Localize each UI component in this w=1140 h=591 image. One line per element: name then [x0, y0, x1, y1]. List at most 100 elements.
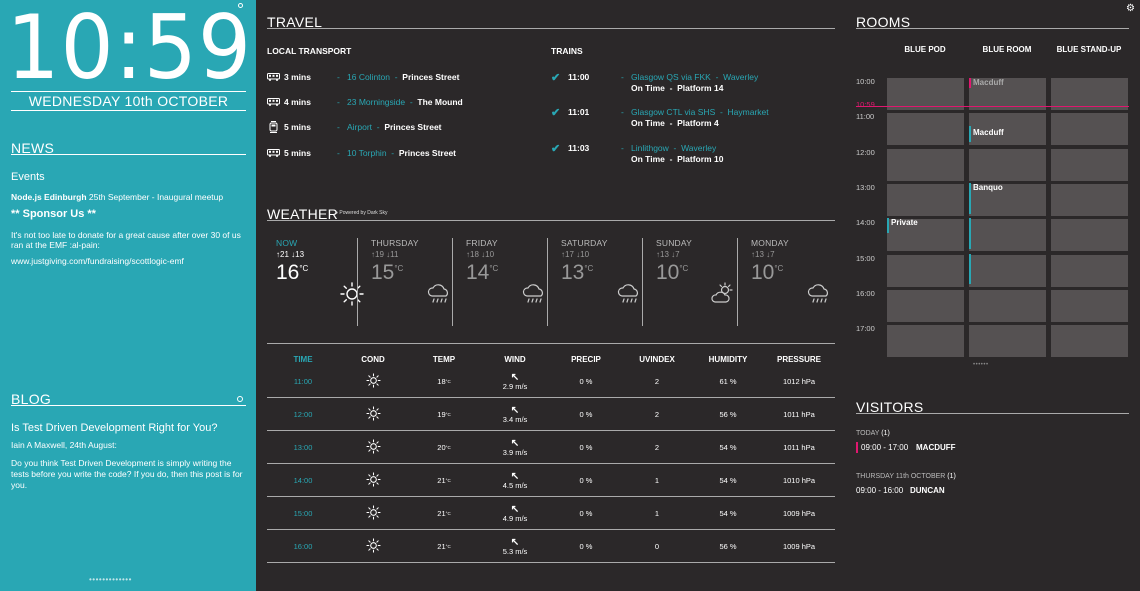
table-cell: 0 %: [546, 365, 626, 398]
table-cell: 56 %: [688, 530, 768, 563]
room-slot[interactable]: [887, 113, 964, 146]
table-row: 14:00 21 °C ↖ 4.5 m/s 0 % 1 54 % 1010 hPa: [267, 464, 835, 497]
forecast-temp: 13°C: [561, 261, 593, 285]
wind: ↖ 2.9 m/s: [503, 372, 528, 391]
visitor-day-label: THURSDAY 11th OCTOBER (1): [856, 473, 956, 480]
gear-icon[interactable]: ⚙: [1126, 3, 1135, 14]
table-cell: 54 %: [688, 431, 768, 464]
current-time-label: 10:59: [856, 100, 875, 109]
table-cell: 13:00: [263, 431, 343, 464]
hour-label: 17:00: [856, 324, 875, 334]
event-item: Node.js Edinburgh 25th September - Inaug…: [11, 192, 223, 202]
visitor-count: (1): [881, 430, 890, 437]
room-slot[interactable]: [1051, 254, 1128, 287]
room-slot[interactable]: [887, 148, 964, 181]
separator: -: [664, 83, 678, 93]
divider: [737, 238, 738, 326]
visitor-name: MACDUFF: [916, 443, 956, 452]
table-cell: 0 %: [546, 464, 626, 497]
table-cell: ↖ 4.9 m/s: [475, 497, 555, 530]
booking-bar: [969, 78, 971, 88]
separator: -: [710, 72, 724, 82]
room-slot[interactable]: [969, 254, 1046, 287]
blog-pager[interactable]: •••••••••••••: [89, 575, 132, 584]
hour-label: 10:00: [856, 77, 875, 86]
wind: ↖ 5.3 m/s: [503, 537, 528, 556]
pressure: 1011 hPa: [783, 443, 815, 452]
train-destination: Waverley: [681, 143, 717, 153]
divider: [357, 238, 358, 326]
temp-unit: °C: [445, 412, 451, 417]
room-slot[interactable]: [1051, 289, 1128, 322]
train-route: Glasgow CTL via SHS - Haymarket: [631, 107, 769, 117]
wind-speed: 4.9 m/s: [502, 513, 528, 523]
room-slot[interactable]: [887, 289, 964, 322]
temp-unit: °C: [299, 264, 309, 273]
table-header: PRESSURE: [776, 355, 821, 364]
bus-mins: 3 mins: [284, 72, 311, 82]
hour-label: 14:00: [856, 218, 875, 228]
sun-icon: [365, 538, 381, 555]
table-cell: [333, 464, 413, 497]
hour-label: 16:00: [856, 288, 875, 298]
booking-label[interactable]: Macduff: [973, 78, 1004, 87]
booking-label[interactable]: Banquo: [973, 183, 1003, 192]
visitor-day-label: TODAY (1): [856, 430, 890, 437]
divider: [452, 238, 453, 326]
sun-icon: [365, 439, 381, 456]
room-slot[interactable]: [969, 148, 1046, 181]
room-slot[interactable]: [1051, 183, 1128, 216]
wind-direction-icon: ↖: [510, 470, 520, 482]
pressure: 1010 hPa: [782, 476, 816, 485]
bus-mins: 5 mins: [284, 148, 311, 158]
bus-destination: Princes Street: [384, 122, 442, 132]
rain-cloud-icon: [616, 281, 642, 307]
blog-meta: Iain A Maxwell, 24th August:: [11, 440, 117, 450]
room-slot[interactable]: [887, 183, 964, 216]
train-time: 11:00: [568, 72, 590, 82]
room-slot[interactable]: [969, 325, 1046, 358]
forecast-hilo: ↑18 ↓10: [466, 250, 495, 259]
divider: [11, 91, 246, 92]
trains-label: TRAINS: [551, 46, 583, 56]
room-slot[interactable]: [1051, 325, 1128, 358]
rooms-pager[interactable]: ••••••: [973, 362, 989, 368]
wind-direction-icon: ↖: [510, 437, 520, 449]
train-platform: Platform 14: [677, 83, 724, 93]
room-slot[interactable]: [1051, 219, 1128, 252]
train-destination: Waverley: [723, 72, 759, 82]
table-cell: ↖ 2.9 m/s: [475, 365, 555, 398]
room-slot[interactable]: [887, 325, 964, 358]
news-link[interactable]: www.justgiving.com/fundraising/scottlogi…: [11, 256, 184, 266]
room-slot[interactable]: [969, 289, 1046, 322]
room-slot[interactable]: [969, 219, 1046, 252]
hour-time: 16:00: [293, 542, 313, 551]
bus-icon: [267, 149, 280, 157]
settings-dot-icon[interactable]: [238, 3, 243, 8]
table-cell: 12:00: [263, 398, 343, 431]
forecast-day-name: SUNDAY: [656, 238, 692, 248]
blog-title[interactable]: Is Test Driven Development Right for You…: [11, 422, 217, 434]
room-slot[interactable]: [1051, 148, 1128, 181]
table-cell: 21 °C: [404, 464, 484, 497]
booking-label[interactable]: Private: [891, 218, 918, 227]
powered-by-text: Powered by Dark Sky: [339, 210, 388, 216]
room-slot[interactable]: [887, 254, 964, 287]
table-header: PRECIP: [571, 355, 601, 364]
hour-time: 13:00: [293, 443, 313, 452]
temp-unit: °C: [445, 478, 451, 483]
current-time-line: [856, 106, 1129, 107]
humidity: 54 %: [719, 509, 737, 518]
train-destination: Haymarket: [727, 107, 769, 117]
rain-cloud-icon: [806, 281, 832, 307]
left-panel: 10:59 WEDNESDAY 10th OCTOBER NEWS Events…: [0, 0, 256, 591]
booking-label[interactable]: Macduff: [973, 128, 1004, 137]
divider: [856, 413, 1129, 414]
train-route-name: Linlithgow: [631, 143, 669, 153]
event-text: 25th September - Inaugural meetup: [86, 192, 224, 202]
temp-unit: °C: [394, 264, 404, 273]
room-name: BLUE POD: [904, 45, 946, 54]
divider: [267, 220, 835, 221]
forecast-hilo: ↑17 ↓10: [561, 250, 590, 259]
room-slot[interactable]: [1051, 113, 1128, 146]
